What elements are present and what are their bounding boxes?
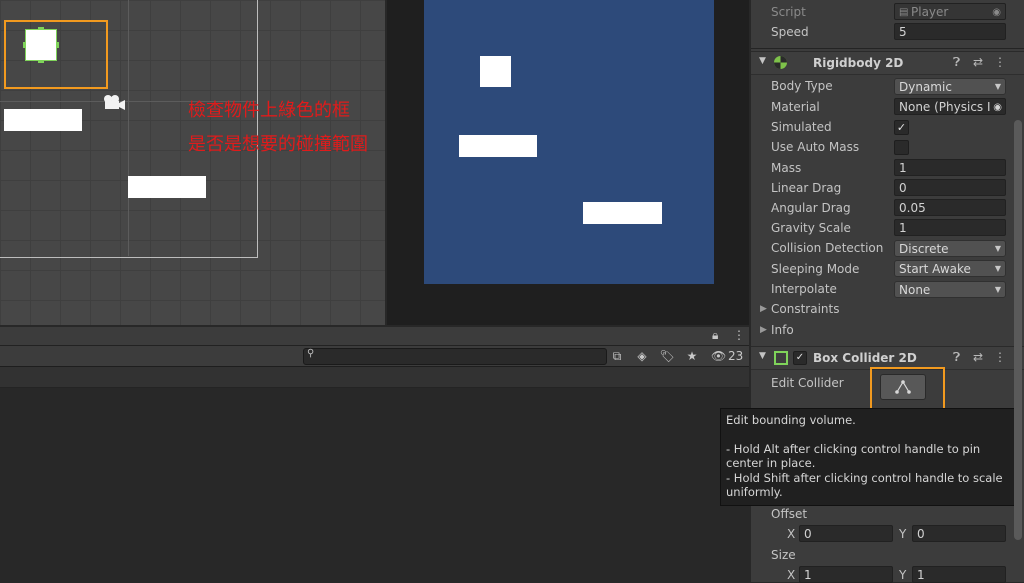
material-value: None (Physics I (899, 100, 991, 114)
gravity-scale-field[interactable]: 1 (894, 219, 1006, 236)
script-value: Player (911, 5, 949, 19)
size-x-label: X (787, 568, 796, 582)
annotation-line-2: 是否是想要的碰撞範圍 (188, 134, 368, 155)
help-icon[interactable]: ❓︎ (953, 55, 960, 70)
edit-collider-label: Edit Collider (771, 376, 844, 390)
material-field[interactable]: None (Physics I ◉ (894, 98, 1006, 115)
offset-x-field[interactable]: 0 (799, 525, 893, 542)
offset-x-label: X (787, 527, 796, 541)
offset-y-field[interactable]: 0 (912, 525, 1006, 542)
mass-field[interactable]: 1 (894, 159, 1006, 176)
offset-label: Offset (771, 507, 808, 521)
camera-icon[interactable] (102, 93, 126, 111)
grid-axis-line-vertical (128, 0, 129, 256)
sleeping-mode-dropdown[interactable]: Start Awake ▼ (894, 260, 1006, 277)
project-panel-header: 🔒︎ ⋮ (0, 327, 749, 346)
rigidbody2d-header[interactable]: ▼ Rigidbody 2D ❓︎ ⇄ ⋮ (751, 51, 1024, 75)
script-label: Script (771, 5, 806, 19)
linear-drag-field[interactable]: 0 (894, 179, 1006, 196)
linear-drag-label: Linear Drag (771, 181, 842, 195)
box-collider-icon (774, 351, 788, 365)
mass-label: Mass (771, 161, 802, 175)
collision-detection-dropdown[interactable]: Discrete ▼ (894, 240, 1006, 257)
filter-by-type-icon[interactable]: ◈ (631, 347, 653, 365)
inspector-scrollbar[interactable] (1014, 120, 1022, 540)
offset-y-label: Y (899, 527, 907, 541)
platform-sprite-game (459, 135, 537, 157)
simulated-checkbox[interactable]: ✓ (894, 120, 909, 135)
script-field[interactable]: ▤ Player ◉ (894, 3, 1006, 20)
body-type-value: Dynamic (899, 80, 952, 94)
search-by-type-icon[interactable]: ⧉ (606, 347, 628, 365)
interpolate-label: Interpolate (771, 282, 837, 296)
hidden-packages-count: 23 (728, 349, 744, 363)
simulated-label: Simulated (771, 120, 832, 134)
size-y-field[interactable]: 1 (912, 566, 1006, 583)
separator (751, 48, 1024, 49)
search-icon: ⚲ (307, 348, 315, 359)
platform-sprite-game (583, 202, 662, 224)
chevron-down-icon: ▼ (994, 244, 1001, 253)
gravity-scale-label: Gravity Scale (771, 221, 851, 235)
player-highlight-box (4, 20, 108, 89)
foldout-arrow-icon[interactable]: ▶ (760, 304, 767, 314)
object-picker-icon[interactable]: ◉ (993, 99, 1002, 114)
presets-icon[interactable]: ⇄ (973, 55, 983, 69)
search-input[interactable]: ⚲ (303, 348, 607, 365)
chevron-down-icon: ▼ (994, 285, 1001, 294)
use-auto-mass-checkbox[interactable] (894, 140, 909, 155)
tooltip-line-2: - Hold Alt after clicking control handle… (726, 441, 981, 471)
component-menu-icon[interactable]: ⋮ (994, 350, 1006, 364)
object-picker-icon[interactable]: ◉ (992, 4, 1001, 19)
foldout-arrow-icon[interactable]: ▼ (759, 351, 766, 361)
lock-icon[interactable]: 🔒︎ (712, 328, 718, 343)
chevron-down-icon: ▼ (994, 264, 1001, 273)
enabled-checkbox[interactable]: ✓ (793, 351, 807, 365)
foldout-arrow-icon[interactable]: ▼ (759, 56, 766, 66)
info-foldout[interactable]: Info (771, 323, 794, 337)
favorite-star-icon[interactable]: ★ (681, 347, 703, 365)
tooltip-line-3: - Hold Shift after clicking control hand… (726, 470, 1003, 500)
platform-sprite[interactable] (128, 176, 206, 198)
game-canvas (424, 0, 714, 284)
script-file-icon: ▤ (899, 7, 909, 18)
foldout-arrow-icon[interactable]: ▶ (760, 325, 767, 335)
player-sprite-game (480, 56, 511, 87)
edit-collider-highlight-box (870, 367, 945, 412)
collision-detection-value: Discrete (899, 242, 949, 256)
angular-drag-field[interactable]: 0.05 (894, 199, 1006, 216)
sleeping-mode-label: Sleeping Mode (771, 262, 860, 276)
rigidbody2d-title: Rigidbody 2D (813, 56, 904, 70)
more-menu-icon[interactable]: ⋮ (733, 328, 745, 342)
filter-by-label-icon[interactable]: 🏷︎ (656, 347, 678, 365)
size-y-label: Y (899, 568, 907, 582)
size-label: Size (771, 548, 796, 562)
chevron-down-icon: ▼ (994, 82, 1001, 91)
sleeping-mode-value: Start Awake (899, 262, 971, 276)
body-type-dropdown[interactable]: Dynamic ▼ (894, 78, 1006, 95)
hidden-packages-icon[interactable]: 👁︎ (711, 349, 726, 363)
speed-field[interactable]: 5 (894, 23, 1006, 40)
project-content[interactable] (0, 388, 749, 582)
project-breadcrumb-bar (0, 367, 749, 388)
tooltip-line-1: Edit bounding volume. (726, 413, 856, 427)
material-label: Material (771, 100, 820, 114)
interpolate-dropdown[interactable]: None ▼ (894, 281, 1006, 298)
boxcollider2d-title: Box Collider 2D (813, 351, 917, 365)
help-icon[interactable]: ❓︎ (953, 350, 960, 365)
collision-detection-label: Collision Detection (771, 241, 884, 255)
use-auto-mass-label: Use Auto Mass (771, 140, 860, 154)
angular-drag-label: Angular Drag (771, 201, 851, 215)
platform-sprite[interactable] (4, 109, 82, 131)
rigidbody-icon (773, 55, 788, 73)
presets-icon[interactable]: ⇄ (973, 350, 983, 364)
body-type-label: Body Type (771, 79, 833, 93)
component-menu-icon[interactable]: ⋮ (994, 55, 1006, 69)
constraints-foldout[interactable]: Constraints (771, 302, 839, 316)
interpolate-value: None (899, 283, 931, 297)
size-x-field[interactable]: 1 (799, 566, 893, 583)
edit-collider-tooltip: Edit bounding volume. - Hold Alt after c… (720, 408, 1022, 506)
annotation-line-1: 檢查物件上綠色的框 (188, 100, 350, 121)
speed-label: Speed (771, 25, 809, 39)
